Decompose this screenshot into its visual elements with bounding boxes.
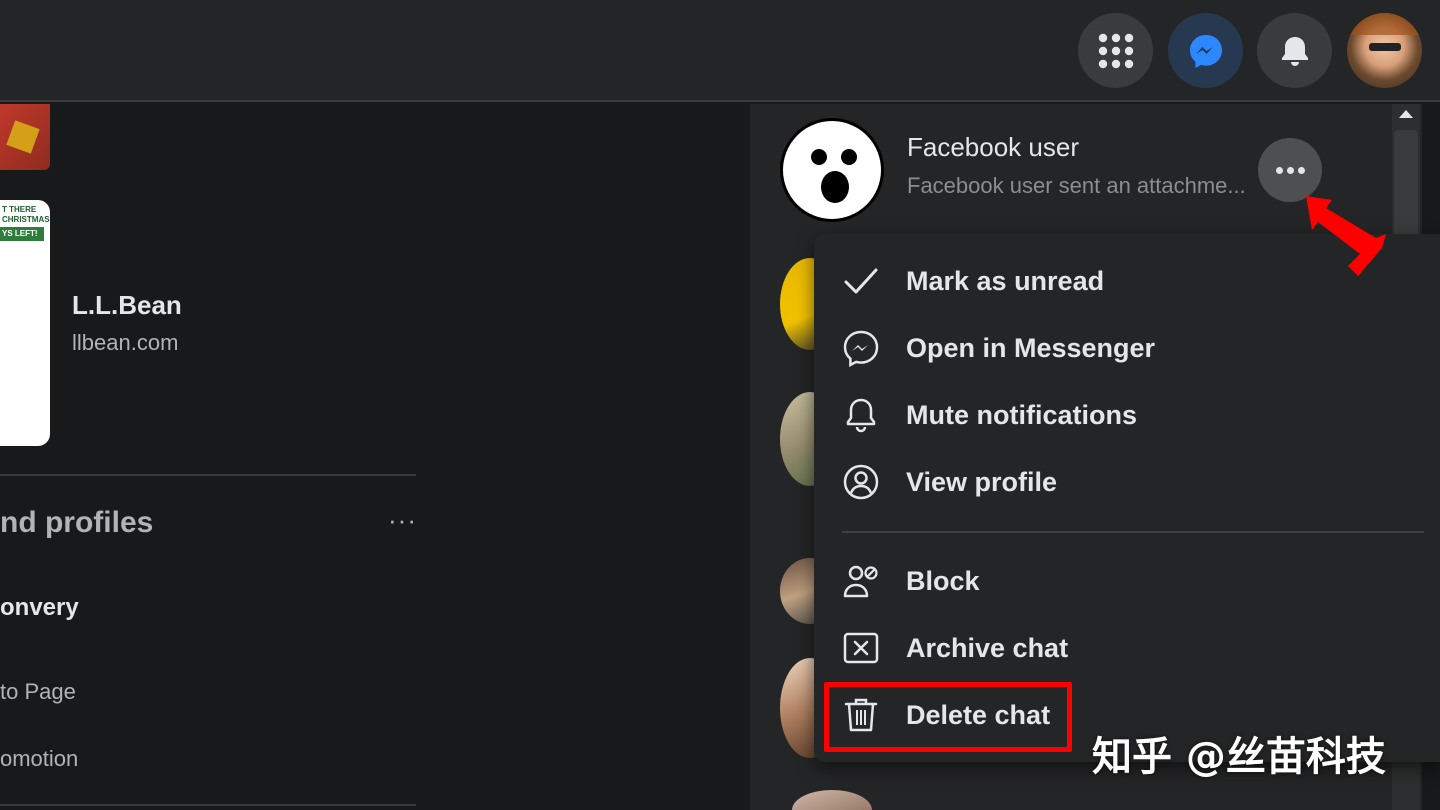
conversation-name[interactable]: Facebook user bbox=[907, 132, 1079, 163]
menu-item-open-in-messenger[interactable]: Open in Messenger bbox=[826, 318, 1426, 378]
red-arrow-annotation-icon bbox=[1306, 196, 1386, 276]
section-more-button[interactable]: ··· bbox=[388, 505, 417, 536]
ad-card-text-line: T THERE bbox=[2, 205, 37, 214]
bell-icon bbox=[846, 398, 876, 433]
avatar-eye bbox=[811, 149, 827, 165]
notifications-button[interactable] bbox=[1257, 13, 1332, 88]
gift-ad-thumbnail[interactable] bbox=[0, 104, 50, 170]
page-list-item[interactable]: to Page bbox=[0, 679, 76, 705]
messenger-button[interactable] bbox=[1168, 13, 1243, 88]
menu-item-label: Open in Messenger bbox=[906, 332, 1156, 363]
messenger-icon bbox=[1189, 34, 1222, 68]
menu-item-label: Mark as unread bbox=[906, 265, 1105, 296]
menu-item-label: View profile bbox=[906, 466, 1058, 497]
watermark-text: 知乎 @丝苗科技 bbox=[1092, 734, 1386, 780]
dot-icon bbox=[1286, 166, 1294, 174]
menu-item-view-profile[interactable]: View profile bbox=[826, 452, 1426, 512]
menu-item-archive-chat[interactable]: Archive chat bbox=[826, 618, 1426, 678]
dot-icon bbox=[1275, 166, 1283, 174]
dot-icon bbox=[1297, 166, 1305, 174]
scroll-up-arrow-icon[interactable] bbox=[1399, 110, 1413, 118]
messenger-icon bbox=[843, 330, 879, 367]
grid-menu-icon bbox=[1098, 33, 1133, 68]
menu-divider bbox=[842, 531, 1424, 533]
ad-card-text-line: CHRISTMAS bbox=[2, 215, 50, 224]
notifications-bell-icon bbox=[1281, 36, 1308, 66]
avatar-eye bbox=[841, 149, 857, 165]
menu-item-label: Block bbox=[906, 565, 980, 596]
profile-avatar[interactable] bbox=[1347, 13, 1422, 88]
top-navigation-bar bbox=[0, 0, 1440, 102]
scrollbar-thumb[interactable] bbox=[1394, 130, 1418, 240]
menu-item-mute-notifications[interactable]: Mute notifications bbox=[826, 385, 1426, 445]
archive-x-icon bbox=[843, 632, 879, 664]
delete-chat-highlight-annotation bbox=[824, 682, 1072, 752]
ad-image-card[interactable]: T THERE CHRISTMAS YS LEFT! bbox=[0, 200, 50, 446]
menu-item-label: Archive chat bbox=[906, 632, 1069, 663]
user-circle-icon bbox=[843, 464, 879, 500]
menu-item-label: Mute notifications bbox=[906, 399, 1137, 430]
ad-advertiser-domain[interactable]: llbean.com bbox=[72, 330, 178, 356]
checkmark-icon bbox=[844, 268, 878, 294]
page-list-item[interactable]: onvery bbox=[0, 594, 79, 622]
conversation-avatar[interactable] bbox=[780, 118, 884, 222]
left-divider bbox=[0, 474, 416, 476]
ad-advertiser-name[interactable]: L.L.Bean bbox=[72, 290, 182, 321]
left-divider bbox=[0, 804, 416, 806]
conversation-preview[interactable]: Facebook user sent an attachme... bbox=[907, 173, 1267, 199]
ad-card-banner-text: YS LEFT! bbox=[0, 227, 44, 241]
menu-item-block[interactable]: Block bbox=[826, 551, 1426, 611]
menu-grid-button[interactable] bbox=[1078, 13, 1153, 88]
block-user-icon bbox=[843, 565, 878, 598]
avatar-mouth bbox=[821, 171, 849, 203]
section-title: nd profiles bbox=[0, 506, 154, 539]
page-list-item[interactable]: omotion bbox=[0, 746, 78, 772]
